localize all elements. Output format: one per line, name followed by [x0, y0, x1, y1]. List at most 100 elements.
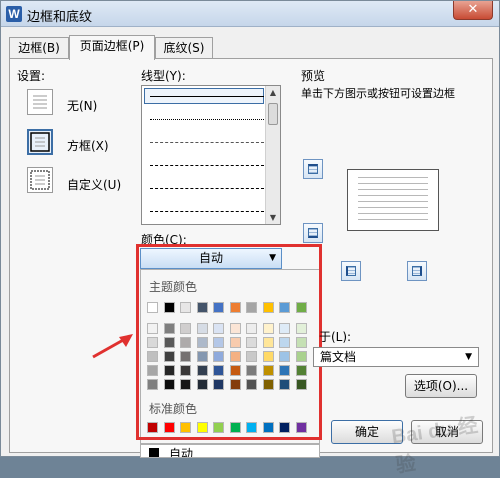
theme-shade-swatch[interactable] — [295, 323, 307, 334]
standard-color-swatch[interactable] — [279, 422, 290, 433]
theme-shade-swatch[interactable] — [163, 365, 175, 376]
theme-shade-swatch[interactable] — [262, 323, 274, 334]
page-preview[interactable] — [347, 169, 439, 231]
theme-shade-swatch[interactable] — [295, 379, 307, 390]
theme-shade-swatch[interactable] — [262, 337, 274, 348]
theme-shade-swatch[interactable] — [213, 337, 224, 348]
setting-custom-label[interactable]: 自定义(U) — [67, 176, 121, 193]
auto-color-option[interactable]: 自动 — [140, 444, 320, 458]
theme-shade-swatch[interactable] — [279, 365, 290, 376]
theme-shade-swatch[interactable] — [147, 379, 158, 390]
theme-shade-swatch[interactable] — [147, 323, 158, 334]
theme-shade-swatch[interactable] — [163, 337, 175, 348]
theme-shade-swatch[interactable] — [180, 323, 191, 334]
standard-color-swatch[interactable] — [147, 422, 158, 433]
theme-shade-swatch[interactable] — [213, 365, 224, 376]
theme-color-swatch[interactable] — [246, 302, 257, 313]
setting-custom-icon[interactable] — [27, 167, 53, 193]
line-style-solid[interactable] — [150, 96, 264, 97]
setting-none-icon[interactable] — [27, 89, 53, 115]
theme-shade-swatch[interactable] — [180, 337, 191, 348]
theme-shade-swatch[interactable] — [180, 379, 191, 390]
standard-color-swatch[interactable] — [196, 422, 208, 433]
theme-shade-swatch[interactable] — [246, 365, 257, 376]
bottom-border-button[interactable] — [303, 223, 323, 243]
tab-shading[interactable]: 底纹(S) — [155, 37, 213, 59]
theme-shade-swatch[interactable] — [163, 351, 175, 362]
theme-shade-swatch[interactable] — [229, 365, 241, 376]
theme-shade-swatch[interactable] — [196, 323, 208, 334]
theme-shade-swatch[interactable] — [213, 379, 224, 390]
theme-shade-swatch[interactable] — [295, 337, 307, 348]
theme-color-swatch[interactable] — [262, 302, 274, 313]
theme-shade-swatch[interactable] — [262, 351, 274, 362]
standard-color-swatch[interactable] — [295, 422, 307, 433]
theme-shade-swatch[interactable] — [229, 351, 241, 362]
theme-color-swatch[interactable] — [147, 302, 158, 313]
theme-shade-swatch[interactable] — [295, 351, 307, 362]
theme-shade-swatch[interactable] — [196, 379, 208, 390]
cancel-button[interactable]: 取消 — [411, 420, 483, 444]
theme-shade-swatch[interactable] — [295, 365, 307, 376]
standard-color-swatch[interactable] — [262, 422, 274, 433]
theme-shade-swatch[interactable] — [213, 323, 224, 334]
scroll-up-icon[interactable]: ▲ — [268, 88, 278, 97]
theme-shade-swatch[interactable] — [147, 337, 158, 348]
theme-shade-swatch[interactable] — [180, 365, 191, 376]
theme-shade-swatch[interactable] — [147, 365, 158, 376]
setting-box-label[interactable]: 方框(X) — [67, 137, 109, 154]
standard-color-swatch[interactable] — [163, 422, 175, 433]
theme-color-swatch[interactable] — [180, 302, 191, 313]
theme-color-swatch[interactable] — [196, 302, 208, 313]
theme-color-swatch[interactable] — [279, 302, 290, 313]
standard-color-swatch[interactable] — [180, 422, 191, 433]
standard-color-swatch[interactable] — [229, 422, 241, 433]
close-button[interactable]: ✕ — [453, 1, 493, 20]
standard-color-swatch[interactable] — [213, 422, 224, 433]
theme-shade-swatch[interactable] — [246, 323, 257, 334]
top-border-button[interactable] — [303, 159, 323, 179]
theme-shade-swatch[interactable] — [196, 351, 208, 362]
theme-shade-swatch[interactable] — [196, 337, 208, 348]
theme-shade-swatch[interactable] — [180, 351, 191, 362]
theme-shade-swatch[interactable] — [229, 323, 241, 334]
theme-color-swatch[interactable] — [163, 302, 175, 313]
scroll-down-icon[interactable]: ▼ — [268, 213, 278, 222]
theme-shade-swatch[interactable] — [279, 337, 290, 348]
ok-button[interactable]: 确定 — [331, 420, 403, 444]
line-style-dash-long[interactable] — [150, 211, 264, 212]
theme-shade-swatch[interactable] — [279, 351, 290, 362]
theme-color-swatch[interactable] — [295, 302, 307, 313]
left-border-button[interactable] — [341, 261, 361, 281]
theme-shade-swatch[interactable] — [262, 379, 274, 390]
theme-shade-swatch[interactable] — [262, 365, 274, 376]
theme-shade-swatch[interactable] — [246, 379, 257, 390]
theme-shade-swatch[interactable] — [229, 337, 241, 348]
theme-shade-swatch[interactable] — [279, 323, 290, 334]
setting-box-icon[interactable] — [27, 129, 53, 155]
theme-shade-swatch[interactable] — [147, 351, 158, 362]
line-style-dashed-short[interactable] — [150, 142, 264, 143]
theme-shade-swatch[interactable] — [246, 337, 257, 348]
setting-none-label[interactable]: 无(N) — [67, 97, 97, 114]
apply-to-dropdown[interactable]: 篇文档 ▼ — [313, 347, 479, 367]
line-style-scrollbar[interactable]: ▲ ▼ — [265, 86, 280, 224]
tab-page-border[interactable]: 页面边框(P) — [69, 35, 155, 60]
theme-shade-swatch[interactable] — [279, 379, 290, 390]
line-style-dotted[interactable] — [150, 119, 264, 120]
line-style-list[interactable]: ▲ ▼ — [141, 85, 281, 225]
tab-borders[interactable]: 边框(B) — [9, 37, 69, 59]
theme-shade-swatch[interactable] — [163, 379, 175, 390]
theme-color-swatch[interactable] — [229, 302, 241, 313]
standard-color-swatch[interactable] — [246, 422, 257, 433]
theme-shade-swatch[interactable] — [229, 379, 241, 390]
line-style-dash-dot[interactable] — [150, 188, 264, 189]
line-style-dashed[interactable] — [150, 165, 264, 166]
theme-shade-swatch[interactable] — [213, 351, 224, 362]
scroll-thumb[interactable] — [268, 103, 278, 125]
right-border-button[interactable] — [407, 261, 427, 281]
theme-shade-swatch[interactable] — [163, 323, 175, 334]
theme-shade-swatch[interactable] — [246, 351, 257, 362]
theme-color-swatch[interactable] — [213, 302, 224, 313]
color-dropdown[interactable]: 自动 ▼ — [140, 248, 282, 269]
